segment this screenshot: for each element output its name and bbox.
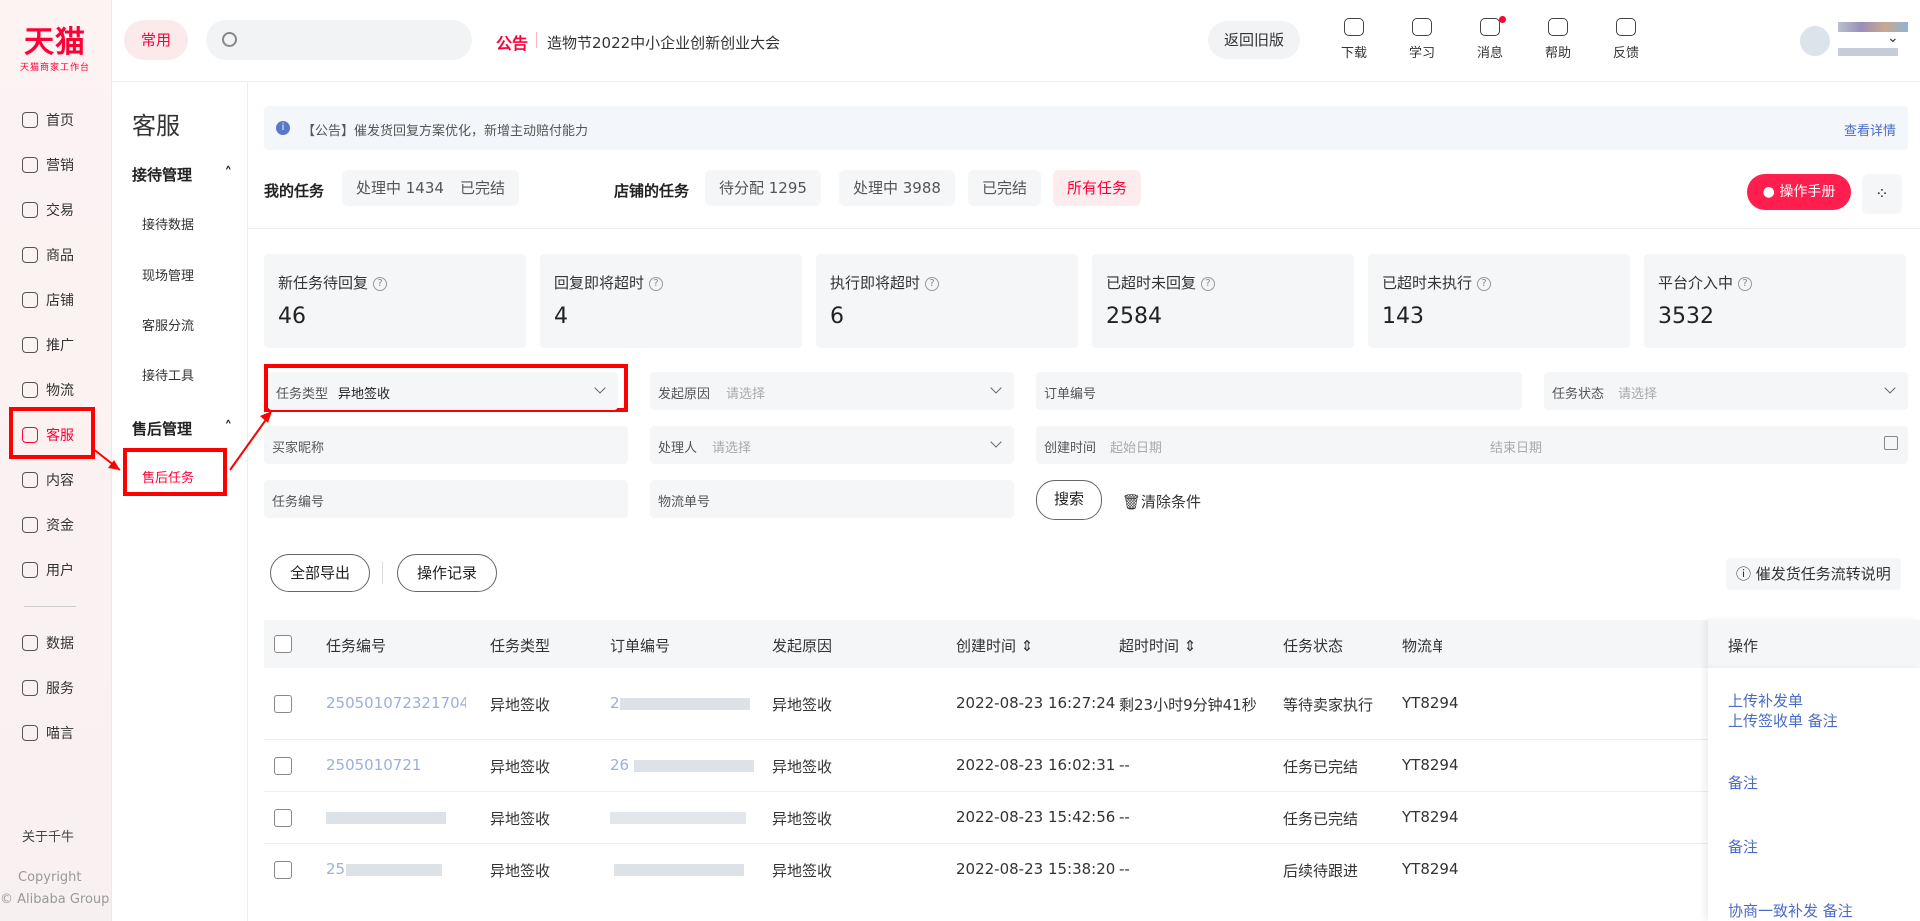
chevron-down-icon xyxy=(990,382,1002,394)
upload-reship-link[interactable]: 上传补发单 xyxy=(1728,690,1803,711)
announcement-text: 【公告】催发货回复方案优化，新增主动赔付能力 xyxy=(302,124,589,139)
tab-my-processing[interactable]: 处理中 1434 xyxy=(342,170,458,206)
op-column: 上传补发单 上传签收单 备注 备注 备注 协商一致补发 备注 xyxy=(1708,668,1920,921)
shop-tasks-label: 店铺的任务 xyxy=(614,182,690,200)
question-icon: ? xyxy=(1201,276,1216,291)
table-header: 任务编号 任务类型 订单编号 发起原因 创建时间 ⇕ 超时时间 ⇕ 任务状态 物… xyxy=(264,620,1920,668)
row-checkbox[interactable] xyxy=(274,861,292,879)
stat-card[interactable]: 执行即将超时? 6 xyxy=(816,254,1078,348)
sort-created[interactable]: 创建时间 ⇕ xyxy=(956,635,1033,656)
section-divider xyxy=(248,228,1920,229)
my-tasks-label: 我的任务 xyxy=(264,182,325,200)
row-checkbox[interactable] xyxy=(274,757,292,775)
row-checkbox[interactable] xyxy=(274,695,292,713)
row-checkbox[interactable] xyxy=(274,809,292,827)
buyer-nick-input[interactable]: 买家昵称 xyxy=(264,426,628,464)
stat-card[interactable]: 新任务待回复? 46 xyxy=(264,254,526,348)
task-type-select[interactable]: 任务类型 异地签收 xyxy=(268,372,618,410)
start-date-input[interactable]: 起始日期 xyxy=(1110,437,1162,456)
stat-card[interactable]: 平台介入中? 3532 xyxy=(1644,254,1906,348)
agree-reship-link[interactable]: 协商一致补发 备注 xyxy=(1728,900,1853,921)
task-no-blurred xyxy=(346,864,442,876)
order-no-blurred[interactable] xyxy=(610,812,746,824)
trash-icon: 🗑 xyxy=(1122,493,1142,511)
order-no-blurred xyxy=(620,698,750,710)
table-row: 异地签收 异地签收 2022-08-23 15:42:56 -- 任务已完结 Y… xyxy=(264,792,1920,844)
tab-my-done[interactable]: 已完结 xyxy=(446,170,520,206)
tab-shop-done[interactable]: 已完结 xyxy=(968,170,1042,206)
tab-shop-all[interactable]: 所有任务 xyxy=(1053,170,1142,206)
bulb-icon: ● xyxy=(1762,184,1780,200)
action-divider xyxy=(382,562,383,584)
task-tabs: 我的任务 处理中 1434 已完结 店铺的任务 待分配 1295 处理中 398… xyxy=(264,170,1904,210)
announcement-more-link[interactable]: 查看详情 xyxy=(1844,120,1896,139)
upload-receipt-link[interactable]: 上传签收单 备注 xyxy=(1728,710,1838,731)
question-icon: ⓘ xyxy=(1736,565,1756,583)
order-no-blurred[interactable] xyxy=(614,864,744,876)
table-row: 2505010723217044 异地签收 2 异地签收 2022-08-23 … xyxy=(264,668,1920,740)
select-all-checkbox[interactable] xyxy=(274,635,292,653)
stat-card[interactable]: 回复即将超时? 4 xyxy=(540,254,802,348)
export-all-button[interactable]: 全部导出 xyxy=(270,554,370,592)
task-status-select[interactable]: 任务状态 请选择 xyxy=(1544,372,1908,410)
chevron-down-icon xyxy=(594,382,606,394)
operation-log-button[interactable]: 操作记录 xyxy=(397,554,497,592)
tab-shop-processing[interactable]: 处理中 3988 xyxy=(839,170,955,206)
question-icon: ? xyxy=(373,276,388,291)
reason-select[interactable]: 发起原因 请选择 xyxy=(650,372,1014,410)
clear-filters-button[interactable]: 🗑清除条件 xyxy=(1122,491,1201,512)
table-row: 2505010721 异地签收 26 异地签收 2022-08-23 16:02… xyxy=(264,740,1920,792)
calendar-icon xyxy=(1884,436,1898,450)
question-icon: ? xyxy=(1738,276,1753,291)
created-date-range[interactable]: 创建时间 起始日期 结束日期 xyxy=(1036,426,1908,464)
order-no-blurred xyxy=(634,760,754,772)
task-no-blurred[interactable] xyxy=(326,812,446,824)
task-no-input[interactable]: 任务编号 xyxy=(264,480,628,518)
logistics-no-input[interactable]: 物流单号 xyxy=(650,480,1014,518)
order-no-input[interactable]: 订单编号 xyxy=(1036,372,1522,410)
question-icon: ? xyxy=(649,276,664,291)
stat-card[interactable]: 已超时未回复? 2584 xyxy=(1092,254,1354,348)
table-row: 25 异地签收 异地签收 2022-08-23 15:38:20 -- 后续待跟… xyxy=(264,844,1920,896)
main-content: i 【公告】催发货回复方案优化，新增主动赔付能力 查看详情 我的任务 处理中 1… xyxy=(248,82,1920,921)
question-icon: ? xyxy=(1477,276,1492,291)
sort-timeout[interactable]: 超时时间 ⇕ xyxy=(1119,635,1196,656)
remark-link[interactable]: 备注 xyxy=(1728,836,1758,857)
flow-help-link[interactable]: ⓘ 催发货任务流转说明 xyxy=(1726,558,1901,590)
manual-button[interactable]: ● 操作手册 xyxy=(1747,174,1851,210)
remark-link[interactable]: 备注 xyxy=(1728,772,1758,793)
question-icon: ? xyxy=(925,276,940,291)
stat-card[interactable]: 已超时未执行? 143 xyxy=(1368,254,1630,348)
search-button[interactable]: 搜索 xyxy=(1036,480,1102,520)
info-icon: i xyxy=(276,121,290,135)
announcement-bar: i 【公告】催发货回复方案优化，新增主动赔付能力 查看详情 xyxy=(264,106,1908,150)
tab-shop-unassigned[interactable]: 待分配 1295 xyxy=(705,170,821,206)
handler-select[interactable]: 处理人 请选择 xyxy=(650,426,1014,464)
grid-icon[interactable]: ⁘ xyxy=(1862,174,1902,214)
chevron-down-icon xyxy=(1884,382,1896,394)
op-column-header: 操作 xyxy=(1708,620,1920,668)
end-date-input[interactable]: 结束日期 xyxy=(1490,437,1542,456)
chevron-down-icon xyxy=(990,436,1002,448)
